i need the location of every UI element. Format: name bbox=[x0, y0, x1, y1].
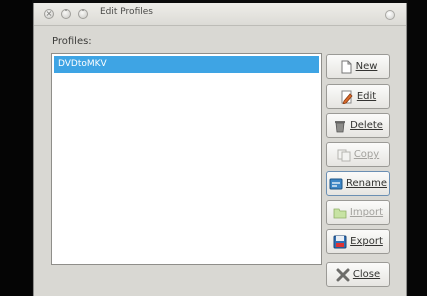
title-bar: × ˇ ˆ Edit Profiles bbox=[34, 3, 406, 26]
export-button-label: Export bbox=[350, 236, 383, 247]
import-button[interactable]: Import bbox=[326, 200, 390, 225]
rename-button-label: Rename bbox=[345, 178, 387, 189]
new-button[interactable]: New bbox=[326, 54, 390, 79]
copy-icon bbox=[337, 148, 351, 162]
close-icon: × bbox=[45, 9, 53, 18]
profiles-label: Profiles: bbox=[52, 36, 92, 47]
window-minimize-button[interactable]: ˇ bbox=[61, 9, 71, 19]
close-button[interactable]: Close bbox=[326, 262, 390, 287]
background-right bbox=[408, 0, 427, 296]
delete-button-label: Delete bbox=[350, 120, 383, 131]
delete-button[interactable]: Delete bbox=[326, 113, 390, 138]
edit-button-label: Edit bbox=[356, 91, 377, 102]
profiles-list[interactable]: DVDtoMKV bbox=[51, 53, 322, 265]
new-button-label: New bbox=[355, 61, 378, 72]
background-left bbox=[0, 0, 32, 296]
rename-icon bbox=[329, 177, 343, 191]
close-button-label: Close bbox=[352, 269, 381, 280]
chevron-up-icon: ˆ bbox=[81, 9, 85, 18]
window-maximize-button[interactable]: ˆ bbox=[78, 9, 88, 19]
edit-button[interactable]: Edit bbox=[326, 84, 390, 109]
save-icon bbox=[333, 235, 347, 249]
edit-profiles-dialog: × ˇ ˆ Edit Profiles Profiles: DVDtoMKV N… bbox=[33, 3, 407, 296]
window-title: Edit Profiles bbox=[100, 7, 153, 17]
pencil-icon bbox=[340, 90, 354, 105]
copy-button-label: Copy bbox=[353, 149, 380, 160]
trash-icon bbox=[333, 119, 347, 133]
new-document-icon bbox=[339, 60, 353, 74]
close-x-icon bbox=[336, 268, 350, 282]
copy-button[interactable]: Copy bbox=[326, 142, 390, 167]
list-item[interactable]: DVDtoMKV bbox=[54, 56, 319, 73]
folder-icon bbox=[333, 206, 347, 220]
export-button[interactable]: Export bbox=[326, 229, 390, 254]
rename-button[interactable]: Rename bbox=[326, 171, 390, 196]
import-button-label: Import bbox=[349, 207, 384, 218]
window-menu-button[interactable] bbox=[385, 10, 395, 20]
chevron-down-icon: ˇ bbox=[64, 9, 68, 18]
window-close-button[interactable]: × bbox=[44, 9, 54, 19]
